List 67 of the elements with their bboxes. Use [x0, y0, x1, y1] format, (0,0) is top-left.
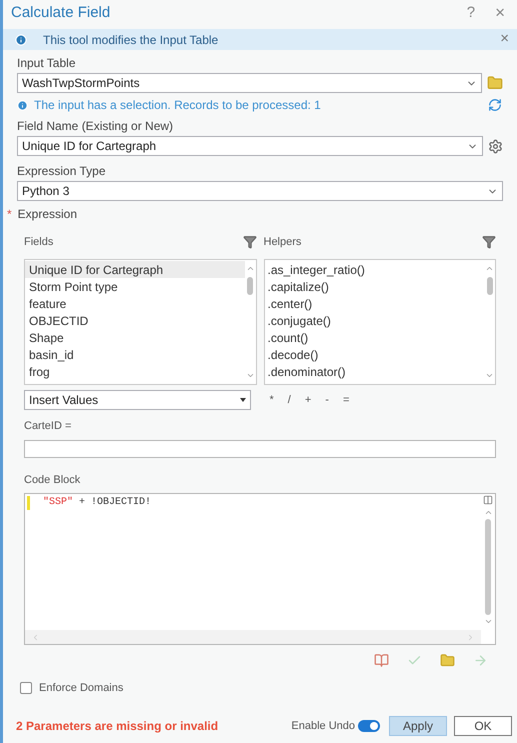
helper-list-item[interactable]: .center()	[264, 295, 484, 312]
banner-close-button[interactable]: ×	[500, 28, 509, 51]
expression-target-label: CarteID =	[24, 419, 72, 434]
folder-icon[interactable]	[487, 75, 503, 91]
field-label: Input Table	[17, 55, 76, 72]
folder-icon[interactable]	[440, 653, 455, 668]
section-label: Code Block	[24, 472, 82, 488]
section-label: Expression	[18, 206, 78, 223]
code-editor[interactable]: "SSP" + !OBJECTID!	[24, 493, 496, 645]
scroll-down-icon	[485, 371, 494, 380]
checkbox-label: Enforce Domains	[39, 681, 124, 696]
book-icon[interactable]	[374, 653, 389, 668]
window-title: Calculate Field	[11, 2, 112, 23]
apply-button[interactable]: Apply	[389, 716, 447, 736]
info-icon	[17, 100, 28, 110]
field-list-item[interactable]: Shape	[25, 329, 244, 346]
code-line: "SSP" + !OBJECTID!	[43, 496, 152, 510]
selection-note: The input has a selection. Records to be processed: 1	[34, 97, 322, 114]
list-label: Helpers	[264, 234, 302, 250]
operator-button[interactable]: /	[288, 392, 291, 408]
filter-icon[interactable]	[242, 235, 256, 249]
split-icon[interactable]	[483, 495, 493, 505]
input-table-dropdown[interactable]: WashTwpStormPoints	[17, 73, 482, 93]
info-icon	[15, 34, 27, 46]
operator-button[interactable]: =	[342, 392, 350, 408]
helper-list-item[interactable]: .denominator()	[264, 363, 484, 380]
field-name-dropdown[interactable]: Unique ID for Cartegraph	[17, 136, 483, 156]
scroll-left-icon	[31, 632, 40, 642]
field-label: Field Name (Existing or New)	[17, 118, 174, 135]
required-mark: *	[7, 206, 12, 223]
checkbox[interactable]	[20, 682, 32, 694]
field-list-item[interactable]: Storm Point type	[25, 278, 244, 295]
helper-list-item[interactable]: .as_integer_ratio()	[264, 261, 484, 278]
expression-type-dropdown[interactable]: Python 3	[17, 181, 503, 201]
helper-list-item[interactable]: .count()	[264, 329, 484, 346]
scroll-right-icon	[466, 632, 475, 642]
field-list-item[interactable]: OBJECTID	[25, 312, 244, 329]
scroll-down-icon	[484, 617, 492, 626]
filter-icon[interactable]	[482, 235, 496, 249]
scroll-up-icon	[484, 508, 492, 517]
scroll-up-icon	[485, 264, 494, 273]
field-list-item[interactable]: Unique ID for Cartegraph	[25, 261, 244, 278]
banner-text: This tool modifies the Input Table	[43, 32, 220, 48]
insert-values-dropdown[interactable]: Insert Values	[24, 390, 250, 410]
list-label: Fields	[24, 234, 54, 250]
toggle-label: Enable Undo	[291, 718, 355, 734]
toggle-switch[interactable]	[358, 720, 380, 732]
ok-button[interactable]: OK	[454, 716, 512, 736]
scroll-down-icon	[246, 371, 254, 380]
settings-icon[interactable]	[488, 138, 503, 154]
caret-icon	[240, 398, 246, 402]
operator-button[interactable]: +	[304, 392, 312, 408]
scroll-up-icon	[246, 264, 254, 273]
expression-input-field[interactable]	[24, 440, 496, 458]
field-list-item[interactable]: feature	[25, 295, 244, 312]
operator-button[interactable]: -	[325, 392, 329, 408]
helper-list-item[interactable]: .capitalize()	[264, 278, 484, 295]
scroll-thumb	[486, 277, 492, 295]
refresh-icon[interactable]	[488, 98, 502, 112]
field-list-item[interactable]: frog	[25, 363, 244, 380]
operator-button[interactable]: *	[270, 392, 274, 408]
helper-list-item[interactable]: .decode()	[264, 346, 484, 363]
field-label: Expression Type	[17, 163, 106, 180]
field-list-item[interactable]: basin_id	[25, 346, 244, 363]
error-message: 2 Parameters are missing or invalid	[16, 718, 220, 735]
helper-list-item[interactable]: .conjugate()	[264, 312, 484, 329]
scroll-thumb	[247, 277, 253, 295]
